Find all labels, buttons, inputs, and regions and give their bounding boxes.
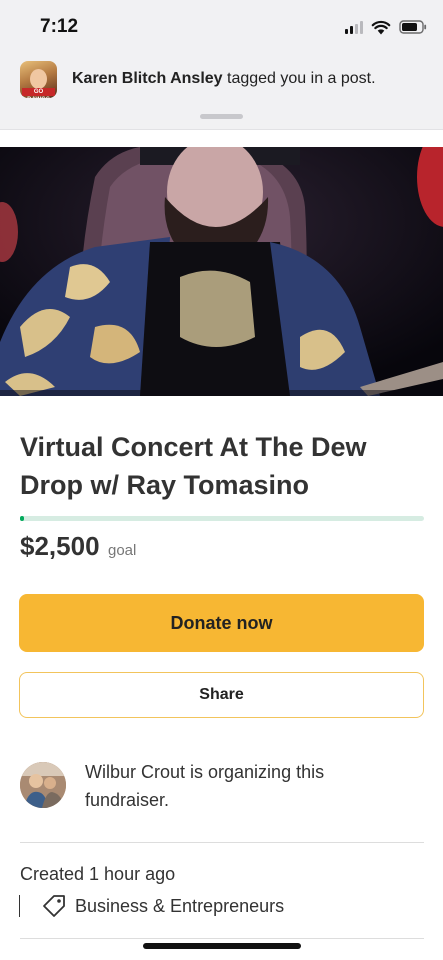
banner-grabber[interactable]: [200, 114, 243, 119]
avatar-badge: GO DAWGS: [22, 88, 55, 98]
goal-amount: $2,500: [20, 531, 100, 561]
home-indicator[interactable]: [143, 943, 301, 949]
notification-banner[interactable]: 7:12 GO DAWGS Karen Bli: [0, 0, 443, 130]
organizer-text: Wilbur Crout is organizing this fundrais…: [85, 762, 325, 810]
notification-message: tagged you in a post.: [227, 70, 376, 87]
organizer-avatar[interactable]: [20, 762, 66, 808]
campaign-hero-image: [0, 147, 443, 396]
notification-sender: Karen Blitch Ansley: [72, 70, 223, 87]
progress-bar: [20, 516, 424, 521]
share-button[interactable]: Share: [19, 672, 424, 718]
goal-label: goal: [107, 542, 137, 559]
category-separator: [19, 895, 20, 917]
status-icons: [345, 18, 427, 36]
tag-icon: [43, 895, 65, 917]
cellular-signal-icon: [345, 20, 363, 34]
campaign-title: Virtual Concert At The Dew Drop w/ Ray T…: [20, 432, 367, 500]
notification-text: Karen Blitch Ansley tagged you in a post…: [72, 70, 376, 88]
category-row[interactable]: Business & Entrepreneurs: [19, 892, 284, 920]
bottom-divider: [20, 938, 424, 939]
created-time: Created 1 hour ago: [20, 864, 176, 884]
status-time: 7:12: [40, 16, 79, 37]
donate-button[interactable]: Donate now: [19, 594, 424, 652]
goal-line: $2,500 goal: [20, 531, 136, 562]
battery-icon: [399, 20, 427, 34]
category-label: Business & Entrepreneurs: [75, 895, 285, 916]
screen: 7:12 GO DAWGS Karen Bli: [0, 0, 443, 960]
wifi-icon: [371, 20, 391, 34]
notification-avatar: GO DAWGS: [20, 61, 57, 98]
section-divider: [20, 842, 424, 843]
progress-fill: [20, 516, 25, 521]
